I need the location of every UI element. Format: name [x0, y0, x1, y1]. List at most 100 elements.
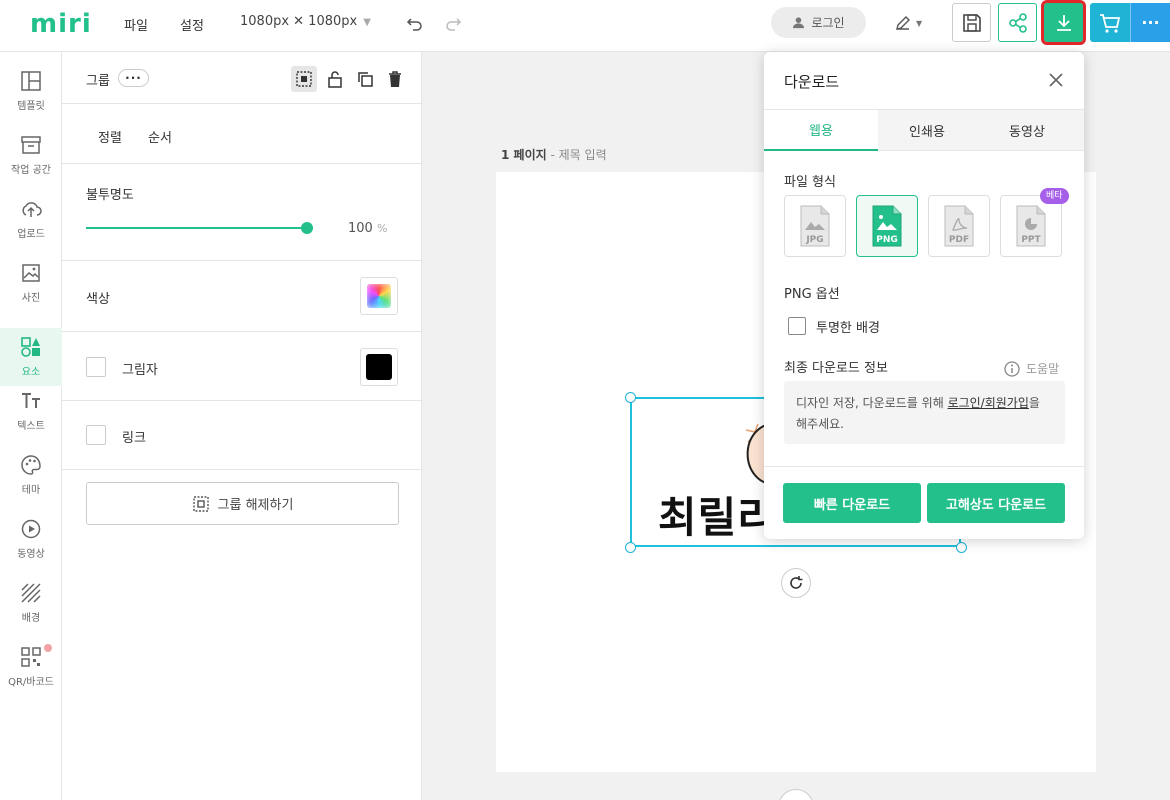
canvas-text[interactable]: 최릴리: [658, 484, 777, 545]
format-png[interactable]: PNG: [856, 195, 918, 257]
rail-label: 템플릿: [17, 101, 45, 112]
tab-print[interactable]: 인쇄용: [870, 110, 984, 151]
login-button[interactable]: 로그인: [771, 7, 866, 38]
link-checkbox[interactable]: [86, 425, 106, 445]
download-button[interactable]: [1041, 0, 1086, 45]
ppt-file-icon: PPT: [1016, 205, 1046, 247]
edit-mode-toggle[interactable]: ▼: [894, 12, 934, 34]
elements-icon: [21, 337, 40, 357]
play-icon: [21, 519, 41, 539]
download-title: 다운로드: [784, 73, 840, 91]
tab-align[interactable]: 정렬: [98, 127, 122, 146]
rail-item-text[interactable]: 텍스트: [0, 382, 62, 440]
rail-item-elements[interactable]: 요소: [0, 328, 62, 386]
rail-label: 텍스트: [17, 421, 45, 432]
download-icon: [1056, 14, 1071, 31]
format-ppt-label: PPT: [1021, 235, 1041, 245]
miri-logo[interactable]: miri: [30, 9, 92, 39]
opacity-section: [62, 164, 422, 261]
unlock-icon: [328, 71, 342, 88]
shadow-color-button[interactable]: [360, 348, 398, 386]
resize-handle-bl[interactable]: [625, 542, 636, 553]
lock-button[interactable]: [322, 66, 348, 92]
menu-settings[interactable]: 설정: [180, 15, 204, 34]
login-signup-link[interactable]: 로그인/회원가입: [948, 396, 1029, 410]
group-tool-button[interactable]: [291, 66, 317, 92]
save-button[interactable]: [952, 3, 991, 42]
jpg-file-icon: JPG: [800, 205, 830, 247]
pencil-icon: [896, 16, 910, 30]
share-button[interactable]: [998, 3, 1037, 42]
text-icon: [22, 393, 40, 408]
color-picker-button[interactable]: [360, 277, 398, 315]
rail-item-workspace[interactable]: 작업 공간: [0, 126, 62, 184]
info-icon: [1004, 360, 1020, 377]
close-icon[interactable]: [1046, 70, 1066, 90]
format-pdf[interactable]: PDF: [928, 195, 990, 257]
rail-item-qr[interactable]: QR/바코드: [0, 638, 62, 696]
chevron-down-icon: ▼: [363, 17, 371, 28]
cart-button[interactable]: [1090, 3, 1130, 42]
ungroup-label: 그룹 해제하기: [217, 498, 294, 513]
rail-item-theme[interactable]: 테마: [0, 446, 62, 504]
menu-file[interactable]: 파일: [124, 15, 148, 34]
notification-dot: [44, 644, 52, 652]
help-link[interactable]: 도움말: [1004, 360, 1059, 377]
add-page-button[interactable]: [778, 789, 814, 800]
pdf-file-icon: PDF: [944, 205, 974, 247]
shadow-checkbox[interactable]: [86, 357, 106, 377]
opacity-slider-track[interactable]: [86, 227, 307, 229]
rail-item-background[interactable]: 배경: [0, 574, 62, 632]
resize-handle-tl[interactable]: [625, 392, 636, 403]
format-jpg[interactable]: JPG: [784, 195, 846, 257]
page-title-input[interactable]: 제목 입력: [559, 148, 607, 162]
transparent-bg-checkbox[interactable]: [788, 317, 806, 335]
beta-badge: 베타: [1040, 188, 1069, 204]
ungroup-button[interactable]: 그룹 해제하기: [86, 482, 399, 525]
rotate-icon: [790, 576, 803, 589]
group-more-button[interactable]: ···: [118, 69, 149, 87]
hq-download-button[interactable]: 고해상도 다운로드: [927, 483, 1065, 523]
canvas-size-value: 1080px ✕ 1080px: [240, 14, 358, 29]
undo-icon[interactable]: [405, 13, 425, 33]
tab-video[interactable]: 동영상: [970, 110, 1084, 151]
delete-button[interactable]: [382, 66, 408, 92]
final-info-label: 최종 다운로드 정보: [784, 361, 888, 376]
info-prefix: 디자인 저장, 다운로드를 위해: [796, 396, 948, 410]
rail-item-upload[interactable]: 업로드: [0, 190, 62, 248]
png-file-icon: PNG: [872, 205, 902, 247]
rail-item-photo[interactable]: 사진: [0, 254, 62, 312]
properties-panel: 그룹 ··· 정렬 순서 불투명도 100 % 색상 그림자 링크 그룹 해제하…: [62, 52, 422, 800]
rail-label: 작업 공간: [11, 165, 51, 176]
rail-label: 사진: [21, 293, 41, 304]
duplicate-button[interactable]: [352, 66, 378, 92]
black-swatch: [366, 354, 392, 380]
login-label: 로그인: [811, 16, 845, 30]
rotate-handle[interactable]: [781, 568, 811, 598]
resize-handle-br[interactable]: [956, 542, 967, 553]
template-icon: [21, 71, 41, 91]
opacity-slider-handle[interactable]: [301, 222, 313, 234]
tab-web[interactable]: 웹용: [764, 110, 878, 151]
panel-title: 그룹: [86, 74, 110, 89]
format-png-label: PNG: [876, 235, 898, 245]
page-label: 1 페이지 - 제목 입력: [501, 148, 607, 162]
format-ppt[interactable]: PPT: [1000, 195, 1062, 257]
redo-icon[interactable]: [443, 13, 463, 33]
rail-label: 업로드: [17, 229, 45, 240]
rail-item-video[interactable]: 동영상: [0, 510, 62, 568]
opacity-label: 불투명도: [86, 188, 134, 203]
palette-icon: [21, 455, 41, 475]
opacity-value[interactable]: 100: [348, 221, 373, 236]
rail-label: 배경: [21, 613, 41, 624]
ungroup-icon: [192, 495, 209, 512]
quick-download-button[interactable]: 빠른 다운로드: [783, 483, 921, 523]
page-number: 1 페이지: [501, 148, 547, 162]
rail-item-template[interactable]: 템플릿: [0, 62, 62, 120]
help-label: 도움말: [1026, 362, 1060, 376]
user-icon: [793, 17, 805, 29]
canvas-size-select[interactable]: 1080px ✕ 1080px ▼: [240, 14, 371, 29]
more-menu-button[interactable]: ···: [1130, 3, 1170, 42]
tab-order[interactable]: 순서: [148, 127, 172, 146]
save-icon: [962, 13, 981, 32]
